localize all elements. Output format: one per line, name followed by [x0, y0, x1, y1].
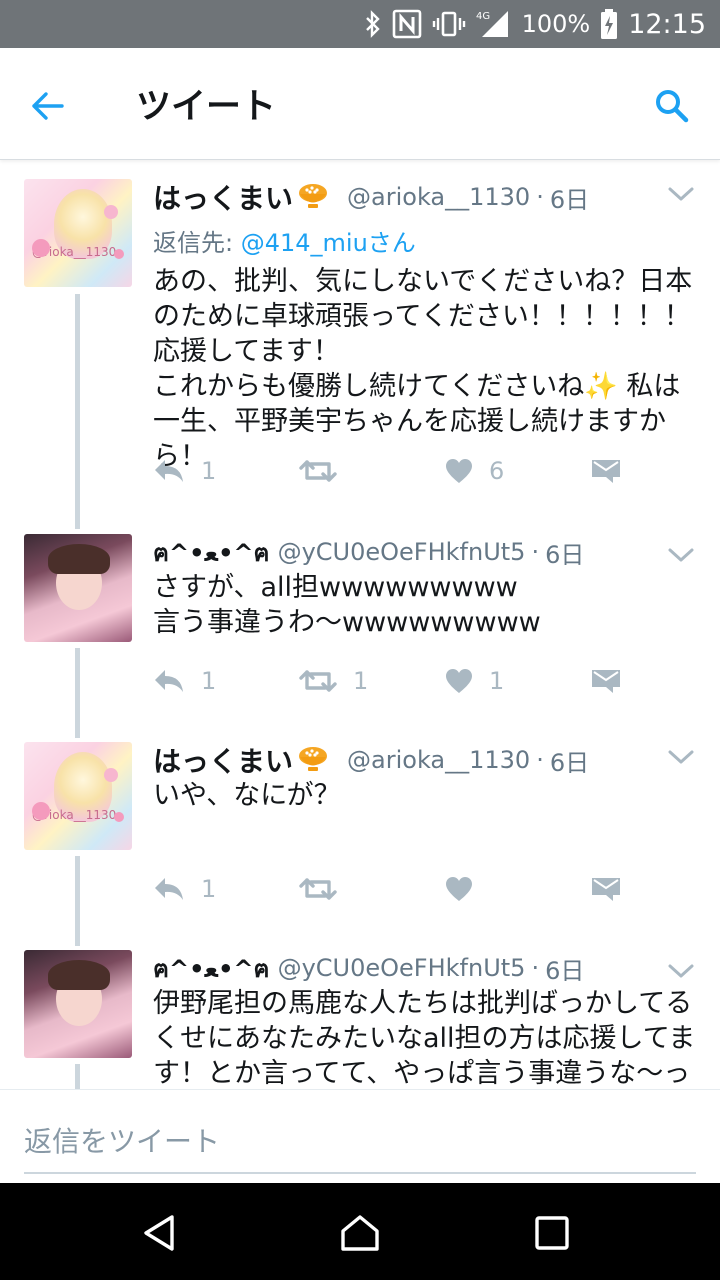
signal-icon: 4G [476, 0, 512, 48]
direct-message-button[interactable] [591, 876, 621, 902]
tweet-header: はっくまい @arioka__1130 · 6日 [153, 179, 700, 215]
battery-charging-icon [600, 0, 618, 48]
envelope-icon [592, 878, 620, 901]
username[interactable]: @arioka__1130 [347, 746, 530, 774]
like-button[interactable]: 1 [445, 667, 504, 695]
timestamp[interactable]: 6日 [550, 743, 589, 778]
envelope-icon [592, 670, 620, 693]
reply-icon [155, 670, 183, 692]
square-recents-icon [535, 1216, 569, 1250]
input-underline [24, 1172, 696, 1174]
tweet-actions: 1 1 1 [153, 661, 623, 701]
display-name[interactable]: ฅ^•ﻌ•^ฅ [153, 533, 270, 572]
tweet[interactable]: ฅ^•ﻌ•^ฅ @yCU0eOeFHkfnUt5 · 6日 伊野尾担の馬鹿な人た… [0, 950, 720, 1089]
tweet-header: ฅ^•ﻌ•^ฅ @yCU0eOeFHkfnUt5 · 6日 [153, 950, 700, 986]
tweet-text: 伊野尾担の馬鹿な人たちは批判ばっかしてるくせにあなたみたいなall担の方は応援し… [153, 988, 696, 1089]
tweet-actions: 1 [153, 869, 623, 909]
retweet-icon [299, 878, 337, 900]
like-count: 1 [489, 667, 505, 695]
avatar-watermark: @rioka__1130 [32, 245, 117, 259]
retweet-button[interactable] [299, 876, 353, 902]
nav-back-button[interactable] [138, 1211, 182, 1255]
chevron-down-icon[interactable] [666, 183, 696, 205]
tweet[interactable]: ฅ^•ﻌ•^ฅ @yCU0eOeFHkfnUt5 · 6日 さすが、all担ww… [0, 534, 720, 724]
chevron-down-icon[interactable] [666, 746, 696, 768]
home-icon [341, 1215, 379, 1251]
like-button[interactable] [445, 876, 489, 902]
tweet-header: ฅ^•ﻌ•^ฅ @yCU0eOeFHkfnUt5 · 6日 [153, 534, 700, 570]
system-navigation-bar [0, 1183, 720, 1280]
arrow-left-icon [32, 92, 64, 120]
retweet-icon [299, 460, 337, 482]
avatar-watermark: @rioka__1130 [32, 808, 117, 822]
display-name[interactable]: ฅ^•ﻌ•^ฅ [153, 949, 270, 988]
chevron-down-icon[interactable] [666, 960, 696, 982]
display-name[interactable]: はっくまい [153, 177, 293, 217]
like-button[interactable]: 6 [445, 457, 504, 485]
reply-count: 1 [201, 875, 217, 903]
bluetooth-icon [364, 0, 382, 48]
username[interactable]: @arioka__1130 [347, 183, 530, 211]
reply-button[interactable]: 1 [153, 667, 216, 695]
avatar[interactable]: @rioka__1130 [24, 179, 132, 287]
retweet-icon [299, 670, 337, 692]
retweet-count: 1 [353, 667, 369, 695]
search-button[interactable] [646, 80, 698, 132]
reply-to-user-link[interactable]: @414_miuさん [241, 229, 416, 257]
reply-button[interactable]: 1 [153, 457, 216, 485]
app-bar: ツイート [0, 48, 720, 160]
back-button[interactable] [22, 80, 74, 132]
conversation-timeline[interactable]: @rioka__1130 はっくまい @arioka__1130 · 6日 返信… [0, 161, 720, 1089]
username[interactable]: @yCU0eOeFHkfnUt5 [278, 538, 526, 566]
timestamp[interactable]: 6日 [545, 951, 584, 986]
clock: 12:15 [628, 8, 706, 40]
reply-icon [155, 878, 183, 900]
status-bar: 4G 100% 12:15 [0, 0, 720, 48]
tweet[interactable]: @rioka__1130 はっくまい @arioka__1130 · 6日 返信… [0, 179, 720, 519]
rice-bowl-emoji-icon [297, 742, 329, 778]
direct-message-button[interactable] [591, 668, 621, 694]
battery-percent: 100% [521, 10, 591, 38]
tweet-header: はっくまい @arioka__1130 · 6日 [153, 742, 700, 778]
tweet-text: さすが、all担wwwwwwwww 言う事違うわ〜wwwwwwwww [153, 572, 541, 638]
tweet-actions: 1 6 [153, 451, 623, 491]
heart-icon [446, 669, 472, 693]
timestamp[interactable]: 6日 [550, 180, 589, 215]
avatar[interactable] [24, 950, 132, 1058]
tweet[interactable]: @rioka__1130 はっくまい @arioka__1130 · 6日 いや… [0, 742, 720, 932]
reply-count: 1 [201, 457, 217, 485]
nav-recents-button[interactable] [530, 1211, 574, 1255]
vibrate-icon [432, 0, 466, 48]
tweet-text: いや、なにが？ [153, 780, 341, 811]
reply-input[interactable]: 返信をツイート [24, 1120, 220, 1160]
retweet-button[interactable]: 1 [299, 667, 368, 695]
like-count: 6 [489, 457, 505, 485]
avatar[interactable] [24, 534, 132, 642]
heart-icon [446, 877, 472, 901]
reply-count: 1 [201, 667, 217, 695]
triangle-back-icon [144, 1215, 174, 1251]
rice-bowl-emoji-icon [297, 179, 329, 215]
network-type-label: 4G [476, 11, 490, 22]
nfc-icon [392, 0, 422, 48]
page-title: ツイート [136, 87, 277, 127]
nav-home-button[interactable] [338, 1211, 382, 1255]
reply-button[interactable]: 1 [153, 875, 216, 903]
reply-composer-bar: 返信をツイート [0, 1089, 720, 1183]
reply-to-label: 返信先: [153, 229, 234, 257]
search-icon [656, 90, 689, 123]
username[interactable]: @yCU0eOeFHkfnUt5 [278, 954, 526, 982]
retweet-button[interactable] [299, 458, 353, 484]
chevron-down-icon[interactable] [666, 544, 696, 566]
reply-icon [155, 460, 183, 482]
direct-message-button[interactable] [591, 458, 621, 484]
display-name[interactable]: はっくまい [153, 740, 293, 780]
heart-icon [446, 459, 472, 483]
avatar[interactable]: @rioka__1130 [24, 742, 132, 850]
envelope-icon [592, 460, 620, 483]
reply-context: 返信先: @414_miuさん [153, 223, 700, 258]
timestamp[interactable]: 6日 [545, 535, 584, 570]
tweet-text: あの、批判、気にしないでくださいね？日本のために卓球頑張ってください！！！！！！… [153, 266, 693, 472]
